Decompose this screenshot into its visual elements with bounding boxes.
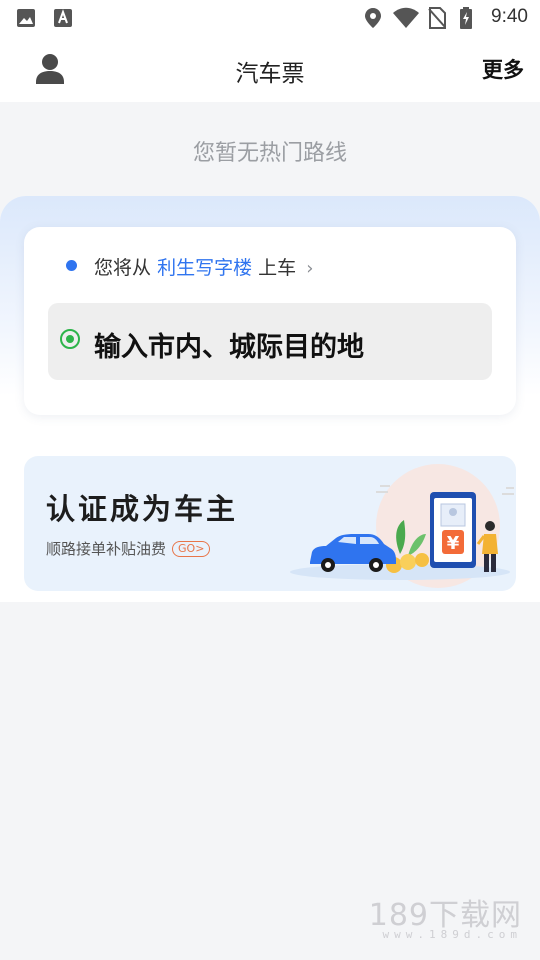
driver-certification-banner[interactable]: 认证成为车主 顺路接单补贴油费 GO> ¥ xyxy=(24,456,516,591)
pickup-suffix: 上车 xyxy=(258,257,297,279)
car-phone-illustration: ¥ xyxy=(290,464,514,588)
battery-charging-icon xyxy=(459,7,473,33)
page-title: 汽车票 xyxy=(235,61,305,87)
promo-title: 认证成为车主 xyxy=(46,492,239,526)
more-button[interactable]: 更多 xyxy=(482,54,524,84)
pickup-selector[interactable]: 您将从 利生写字楼 上车 › xyxy=(94,253,313,280)
promo-subtitle: 顺路接单补贴油费 GO> xyxy=(46,538,211,559)
pickup-prefix: 您将从 xyxy=(94,257,152,279)
boarding-card: 您将从 利生写字楼 上车 › 输入市内、城际目的地 xyxy=(24,227,516,415)
text-a-icon xyxy=(53,8,73,32)
image-icon xyxy=(16,8,36,32)
status-bar: 9:40 xyxy=(0,0,540,36)
wifi-icon xyxy=(392,7,420,33)
header: 汽车票 更多 xyxy=(0,36,540,102)
pickup-place[interactable]: 利生写字楼 xyxy=(157,257,252,279)
destination-input[interactable]: 输入市内、城际目的地 xyxy=(48,303,492,380)
status-time: 9:40 xyxy=(491,6,528,27)
go-badge[interactable]: GO> xyxy=(172,541,211,557)
empty-hot-routes-text: 您暂无热门路线 xyxy=(192,141,347,166)
chevron-right-icon: › xyxy=(306,258,314,279)
promo-subtitle-text: 顺路接单补贴油费 xyxy=(46,540,167,558)
pickup-dot xyxy=(66,260,77,271)
watermark-url: www.189d.com xyxy=(382,928,522,941)
destination-dot-icon xyxy=(60,329,80,349)
yuan-symbol: ¥ xyxy=(447,533,460,554)
no-sim-icon xyxy=(428,7,446,33)
destination-placeholder: 输入市内、城际目的地 xyxy=(94,332,364,363)
location-icon xyxy=(364,7,382,33)
